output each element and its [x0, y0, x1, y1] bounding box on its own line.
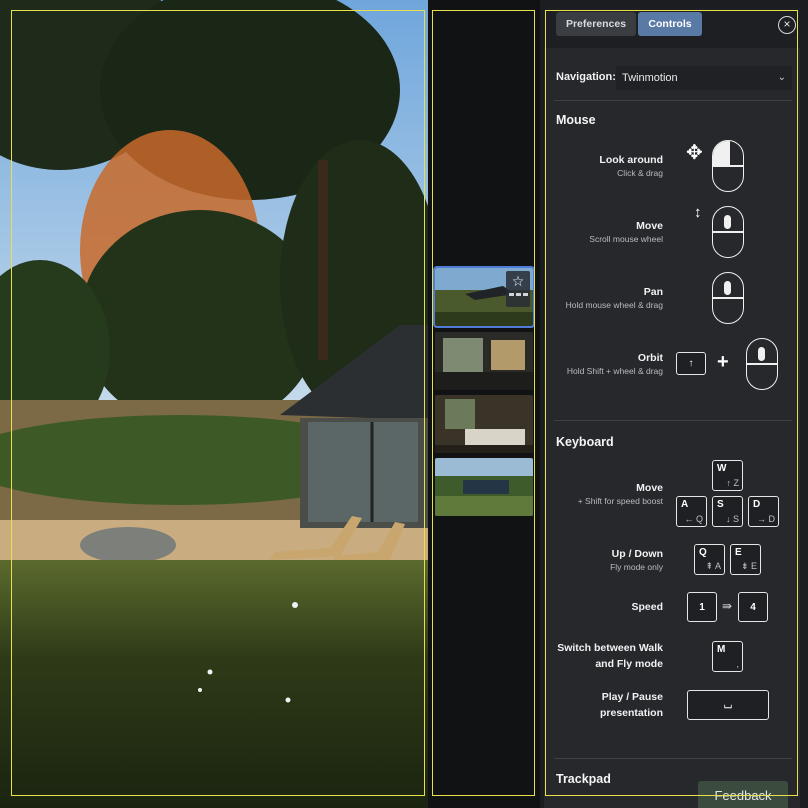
navigation-label: Navigation: [556, 71, 616, 83]
key-d: D → D [748, 496, 779, 527]
key-s: S ↓ S [712, 496, 743, 527]
section-keyboard-title: Keyboard [556, 435, 614, 449]
thumbnail-4[interactable] [435, 458, 533, 516]
close-icon[interactable]: × [778, 16, 796, 34]
arrow-right-icon: ⇛ [722, 599, 733, 613]
thumbnail-image [435, 395, 533, 453]
key-m: M, [712, 641, 743, 672]
switch-title-line1: Switch between Walk [557, 642, 663, 654]
pan-title: Pan [643, 286, 663, 298]
divider [554, 420, 792, 421]
mouse-left-click-icon [712, 140, 744, 192]
navigation-value: Twinmotion [622, 72, 678, 84]
navigation-select[interactable]: Twinmotion ⌄ [616, 66, 792, 90]
tab-preferences[interactable]: Preferences [556, 12, 636, 36]
section-mouse-title: Mouse [556, 113, 596, 127]
presentation-thumbnail-strip: ☆ [428, 0, 540, 808]
play-title-line1: Play / Pause [601, 691, 663, 703]
thumbnail-image [435, 458, 533, 516]
orbit-title: Orbit [637, 352, 663, 364]
play-title-line2: presentation [599, 707, 663, 719]
thumbnail-3[interactable] [435, 395, 533, 453]
thumbnail-image [435, 332, 533, 390]
pan-sub: Hold mouse wheel & drag [565, 300, 663, 310]
move-arrows-icon: ✥ [686, 142, 703, 164]
switch-title-line2: and Fly mode [595, 658, 663, 670]
section-trackpad-title: Trackpad [556, 772, 611, 786]
menu-dots-icon [508, 293, 528, 296]
tab-bar: Preferences Controls × [544, 8, 800, 48]
shift-key-icon: ↑ [676, 352, 706, 375]
scene-render [0, 0, 428, 808]
look-around-title: Look around [599, 154, 663, 166]
tab-controls[interactable]: Controls [638, 12, 702, 36]
move-sub: Scroll mouse wheel [589, 234, 663, 244]
key-q: Q ⇞ A [694, 544, 725, 575]
chevron-down-icon: ⌄ [777, 72, 786, 83]
speed-title: Speed [631, 601, 663, 613]
controls-panel: Preferences Controls × Navigation: Twinm… [544, 8, 800, 808]
look-around-sub: Click & drag [617, 168, 663, 178]
mouse-middle-button-icon [712, 272, 744, 324]
key-w: W ↑ Z [712, 460, 743, 491]
orbit-sub: Hold Shift + wheel & drag [566, 366, 663, 376]
keyboard-move-title: Move [636, 482, 663, 494]
feedback-button[interactable]: Feedback [698, 781, 788, 808]
key-space: ⌴ [687, 690, 769, 720]
mouse-scroll-icon [712, 206, 744, 258]
thumbnail-1[interactable]: ☆ [433, 266, 535, 328]
mouse-wheel-drag-icon [746, 338, 778, 390]
move-title: Move [636, 220, 663, 232]
key-1: 1 [687, 592, 717, 622]
key-4: 4 [738, 592, 768, 622]
thumbnail-2[interactable] [435, 332, 533, 390]
vertical-arrows-icon: ↕ [694, 204, 702, 221]
favorite-star-icon[interactable]: ☆ [506, 271, 530, 307]
plus-icon: + [717, 351, 729, 373]
divider [554, 100, 792, 101]
updown-title: Up / Down [611, 548, 663, 560]
keyboard-move-sub: + Shift for speed boost [577, 496, 663, 506]
updown-sub: Fly mode only [610, 562, 663, 572]
scene-viewport[interactable] [0, 0, 428, 808]
key-a: A ← Q [676, 496, 707, 527]
key-e: E ⇟ E [730, 544, 761, 575]
divider [554, 758, 792, 759]
